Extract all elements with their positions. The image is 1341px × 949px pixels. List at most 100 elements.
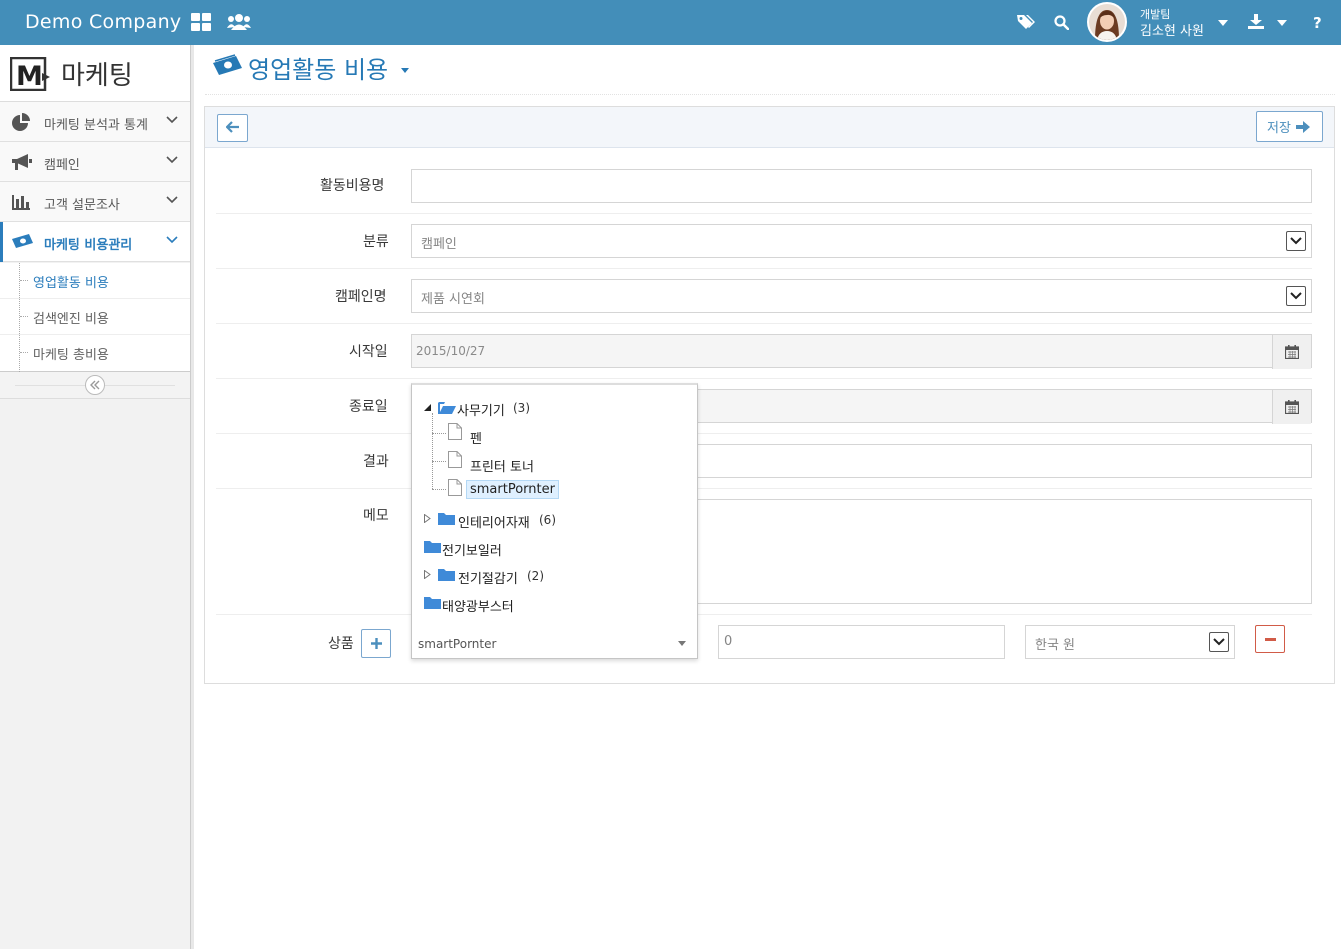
product-tree-select[interactable]: smartPornter [412,625,697,659]
currency-select-value: 한국 원 [1035,638,1076,653]
calendar-icon [1285,345,1299,359]
submenu: 영업활동 비용 검색엔진 비용 마케팅 총비용 [0,263,190,372]
folder-icon [424,541,441,553]
tree-node-label: 전기절감기 [458,572,518,587]
start-date-calendar-button[interactable] [1272,335,1311,369]
category-label: 분류 [363,234,389,250]
sidebar-item-label: 마케팅 분석과 통계 [44,118,148,133]
collapsed-triangle-icon[interactable] [424,514,431,523]
campaign-select[interactable]: 제품 시연회 [411,279,1312,313]
sidebar-collapse-bar [0,372,190,399]
sidebar-item-label: 캠페인 [44,158,80,173]
select-arrow [1209,632,1229,652]
tree-node-label: 인테리어자재 [458,516,530,531]
help-icon[interactable]: ? [1313,15,1323,30]
bar-chart-icon [12,195,30,210]
chevron-down-icon [166,196,178,204]
tree-node-count: (6) [539,513,556,527]
page-title[interactable]: 영업활동 비용 [248,50,388,85]
remove-product-button[interactable] [1255,625,1285,653]
chevron-down-icon [1213,638,1225,646]
svg-text:M: M [16,61,43,91]
brand-name[interactable]: Demo Company [25,11,181,33]
sidebar-item-cost-management[interactable]: 마케팅 비용관리 [0,222,190,262]
dashboard-grid-icon[interactable] [191,13,211,31]
arrow-left-icon [224,120,239,133]
sidebar-item-marketing-analysis[interactable]: 마케팅 분석과 통계 [0,102,190,142]
file-icon [448,451,462,468]
folder-icon [438,513,455,525]
product-label: 상품 [328,636,354,652]
tree-node-count: (2) [527,569,544,583]
file-icon [448,423,462,440]
sidebar-item-survey[interactable]: 고객 설문조사 [0,182,190,222]
product-tree-dropdown[interactable]: 사무기기 (3) 펜 프린터 토너 smartPornter 인테리어자재 (6… [411,383,698,659]
end-date-label: 종료일 [349,399,388,415]
form-toolbar: 저장 [205,107,1334,148]
money-icon [213,54,242,75]
expense-name-input[interactable] [411,169,1312,203]
calendar-icon [1285,400,1299,414]
start-date-input[interactable]: 2015/10/27 [411,334,1312,369]
category-select-value: 캠페인 [421,237,457,252]
chevron-down-icon [166,236,178,244]
chevron-down-icon [166,116,178,124]
expanded-triangle-icon[interactable] [424,404,431,411]
submenu-item-search-engine-cost[interactable]: 검색엔진 비용 [0,299,190,335]
active-indicator [0,222,3,262]
tree-node-count: (3) [513,401,530,415]
submenu-item-total-cost[interactable]: 마케팅 총비용 [0,335,190,371]
user-name[interactable]: 김소현 사원 [1140,20,1204,39]
save-button[interactable]: 저장 [1256,111,1323,142]
caret-down-icon [678,641,686,646]
campaign-select-value: 제품 시연회 [421,292,485,307]
chevron-down-icon [166,156,178,164]
search-icon[interactable] [1054,15,1069,30]
end-date-calendar-button[interactable] [1272,390,1311,424]
module-header: M 마케팅 [0,45,190,102]
submenu-item-sales-cost[interactable]: 영업활동 비용 [0,263,190,299]
add-product-button[interactable] [361,629,391,658]
category-select[interactable]: 캠페인 [411,224,1312,258]
tree-node-label: 전기보일러 [442,544,502,559]
folder-open-icon [438,402,456,414]
marketing-logo-icon: M [10,57,50,91]
select-arrow [1286,231,1306,251]
sidebar-item-label: 고객 설문조사 [44,198,120,213]
download-menu-caret-icon[interactable] [1277,20,1287,26]
memo-label: 메모 [363,508,389,524]
bullhorn-icon [12,154,32,170]
tree-node-label: 태양광부스터 [442,600,514,615]
svg-text:?: ? [1313,15,1322,30]
collapsed-triangle-icon[interactable] [424,570,431,579]
back-button[interactable] [217,114,248,142]
result-label: 결과 [363,454,389,470]
chevron-down-icon [1290,292,1302,300]
download-icon[interactable] [1248,14,1264,29]
title-caret-icon[interactable] [401,68,409,73]
submenu-item-label: 영업활동 비용 [33,276,109,291]
tags-icon[interactable] [1017,14,1035,30]
currency-select[interactable]: 한국 원 [1025,625,1235,659]
folder-icon [438,569,455,581]
collapse-sidebar-button[interactable] [85,375,105,395]
top-navbar: Demo Company 개발팀 김소현 사원 ? [0,0,1341,45]
sidebar-item-campaign[interactable]: 캠페인 [0,142,190,182]
select-arrow [1286,286,1306,306]
users-group-icon[interactable] [227,13,251,31]
amount-input[interactable]: 0 [718,625,1005,659]
arrow-right-icon [1296,121,1310,133]
sidebar: M 마케팅 마케팅 분석과 통계 캠페인 고객 설문조사 마케팅 비용관리 영업… [0,45,191,949]
amount-value: 0 [724,634,733,649]
product-select-value: smartPornter [418,637,497,651]
pie-chart-icon [12,113,30,131]
plus-icon [371,638,382,649]
user-avatar[interactable] [1087,2,1127,42]
tree-node-label: 펜 [470,432,482,447]
double-chevron-left-icon [90,380,100,390]
tree-node-label: smartPornter [466,480,559,499]
user-menu-caret-icon[interactable] [1218,20,1228,26]
save-button-label: 저장 [1267,121,1291,136]
submenu-item-label: 검색엔진 비용 [33,312,109,327]
module-title: 마케팅 [61,61,133,91]
